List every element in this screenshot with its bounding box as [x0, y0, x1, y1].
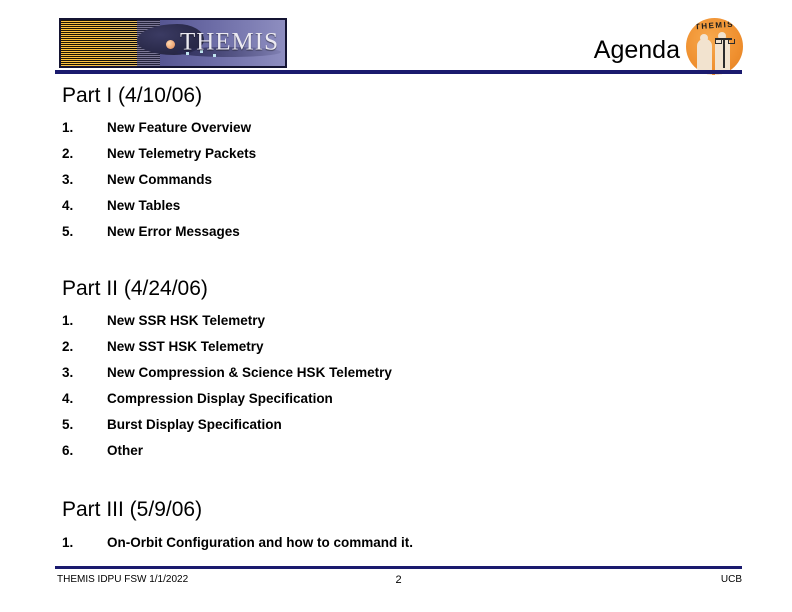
patch-scale-pan — [715, 39, 722, 44]
list-item-number: 2. — [62, 146, 74, 161]
list-item-label: Burst Display Specification — [107, 417, 282, 432]
list-item-label: New Compression & Science HSK Telemetry — [107, 365, 392, 380]
list-item-label: New SST HSK Telemetry — [107, 339, 264, 354]
list-item-number: 5. — [62, 224, 74, 239]
list-item-label: On-Orbit Configuration and how to comman… — [107, 535, 413, 550]
list-item: 1. New SSR HSK Telemetry — [62, 313, 392, 339]
list-item: 6. Other — [62, 443, 392, 469]
list-item: 1. New Feature Overview — [62, 120, 256, 146]
list-item: 5. Burst Display Specification — [62, 417, 392, 443]
footer-page-number: 2 — [395, 574, 402, 586]
list-item-label: New Tables — [107, 198, 181, 213]
page-title: Agenda — [593, 36, 680, 64]
patch-label: THEMIS — [694, 19, 735, 32]
slide: THEMIS Agenda THEMIS Part I (4/10/06) 1.… — [0, 0, 792, 612]
list-item-number: 4. — [62, 391, 74, 406]
themis-banner-image: THEMIS — [59, 18, 287, 68]
list-item: 4. Compression Display Specification — [62, 391, 392, 417]
list-item: 3. New Commands — [62, 172, 256, 198]
list-item-label: New Feature Overview — [107, 120, 252, 135]
patch-head-left — [700, 34, 708, 42]
slide-footer: THEMIS IDPU FSW 1/1/2022 2 UCB — [55, 574, 742, 592]
list-item-number: 6. — [62, 443, 74, 458]
part-heading-3: Part III (5/9/06) — [62, 498, 203, 521]
list-item: 5. New Error Messages — [62, 224, 256, 250]
part-heading-1: Part I (4/10/06) — [62, 84, 203, 107]
list-item-number: 1. — [62, 120, 74, 135]
themis-wordmark: THEMIS — [179, 28, 279, 56]
list-item-number: 1. — [62, 535, 74, 550]
list-item-label: Compression Display Specification — [107, 391, 333, 406]
list-item-number: 4. — [62, 198, 74, 213]
list-item-label: New Commands — [107, 172, 213, 187]
list-item: 1. On-Orbit Configuration and how to com… — [62, 535, 413, 561]
patch-scale-pan — [728, 39, 735, 44]
list-item: 3. New Compression & Science HSK Telemet… — [62, 365, 392, 391]
patch-scales-post — [723, 38, 725, 68]
slide-header: THEMIS Agenda THEMIS — [0, 0, 792, 76]
footer-organization-label: UCB — [720, 574, 742, 585]
list-item-label: New Telemetry Packets — [107, 146, 257, 161]
list-item-number: 5. — [62, 417, 74, 432]
themis-mission-patch-icon: THEMIS — [686, 18, 743, 75]
list-item-number: 3. — [62, 365, 74, 380]
list-item-number: 3. — [62, 172, 74, 187]
list-item: 2. New Telemetry Packets — [62, 146, 256, 172]
list-item: 2. New SST HSK Telemetry — [62, 339, 392, 365]
list-item-label: New SSR HSK Telemetry — [107, 313, 266, 328]
list-item-label: New Error Messages — [107, 224, 240, 239]
agenda-list-part-3: 1. On-Orbit Configuration and how to com… — [62, 535, 413, 561]
footer-divider — [55, 566, 742, 569]
part-heading-2: Part II (4/24/06) — [62, 277, 208, 300]
list-item-label: Other — [107, 443, 144, 458]
header-divider — [55, 70, 742, 74]
list-item-number: 2. — [62, 339, 74, 354]
agenda-list-part-2: 1. New SSR HSK Telemetry 2. New SST HSK … — [62, 313, 392, 469]
agenda-list-part-1: 1. New Feature Overview 2. New Telemetry… — [62, 120, 256, 250]
list-item-number: 1. — [62, 313, 74, 328]
list-item: 4. New Tables — [62, 198, 256, 224]
